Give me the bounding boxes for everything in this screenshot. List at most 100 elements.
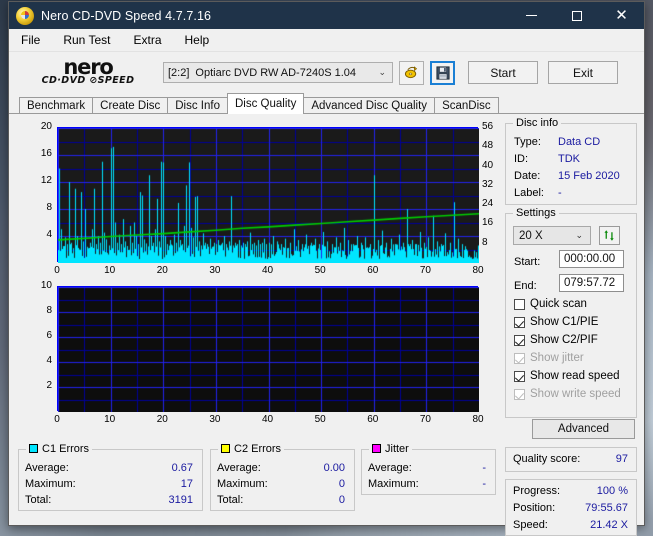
checkbox-box [514, 370, 525, 382]
start-button[interactable]: Start [468, 61, 538, 84]
y-tick-label: 20 [40, 121, 52, 132]
x-tick-label: 0 [54, 265, 60, 276]
checkbox-show-jitter: Show jitter [514, 352, 584, 364]
tab-scandisc[interactable]: ScanDisc [434, 97, 499, 114]
x-tick-label: 70 [419, 414, 431, 425]
drive-index: [2:2] [168, 66, 190, 79]
settings-title: Settings [513, 207, 559, 219]
checkbox-label: Quick scan [530, 298, 587, 310]
checkbox-label: Show jitter [530, 352, 584, 364]
c1-errors-panel: C1 Errors Average: 0.67 Maximum: 17 Tota… [18, 443, 203, 511]
disc-info-label-label: Label: [514, 187, 544, 199]
c1-errors-title: C1 Errors [42, 443, 90, 455]
c1-errors-title-wrap: C1 Errors [26, 443, 93, 455]
c1-plot-canvas [58, 128, 479, 263]
jitter-color-swatch [372, 444, 381, 453]
y-tick-label: 4 [46, 229, 52, 240]
checkbox-box [514, 352, 525, 364]
y2-tick-label: 48 [482, 140, 494, 152]
checkbox-quick-scan[interactable]: Quick scan [514, 298, 587, 310]
y-tick-label: 16 [40, 148, 52, 159]
checkbox-box [514, 388, 525, 400]
refresh-button[interactable] [599, 226, 620, 245]
c1-average-label: Average: [25, 462, 69, 474]
start-position-input[interactable]: 000:00.00 [559, 250, 624, 268]
c1-total-value: 3191 [168, 494, 193, 506]
minimize-button[interactable] [509, 2, 554, 29]
end-position-input[interactable]: 079:57.72 [559, 274, 624, 292]
position-value: 79:55.67 [585, 502, 628, 514]
disc-eject-icon [404, 66, 418, 79]
c2-errors-title: C2 Errors [234, 443, 282, 455]
tab-advanced-disc-quality[interactable]: Advanced Disc Quality [303, 97, 436, 114]
logo-primary: nero [63, 54, 113, 79]
tab-benchmark[interactable]: Benchmark [19, 97, 94, 114]
advanced-button[interactable]: Advanced [532, 419, 635, 439]
checkbox-box [514, 334, 525, 346]
x-tick-label: 30 [209, 414, 221, 425]
menu-extra[interactable]: Extra [131, 31, 163, 49]
drive-select[interactable]: [2:2] Optiarc DVD RW AD-7240S 1.04 ⌄ [163, 62, 393, 83]
disc-eject-button[interactable] [399, 60, 424, 85]
progress-panel: Progress: 100 % Position: 79:55.67 Speed… [505, 479, 637, 536]
c2-plot-canvas [58, 287, 479, 412]
drive-name: Optiarc DVD RW AD-7240S 1.04 [195, 66, 356, 79]
checkbox-show-c2-pif[interactable]: Show C2/PIF [514, 334, 598, 346]
chevron-down-icon: ⌄ [575, 230, 583, 240]
chevron-down-icon: ⌄ [378, 67, 386, 77]
disc-info-label-type: Type: [514, 136, 541, 148]
disc-info-label-id: ID: [514, 153, 529, 165]
menu-bar: File Run Test Extra Help [9, 29, 644, 52]
menu-help[interactable]: Help [183, 31, 212, 49]
end-position-label: End: [514, 280, 537, 292]
c2-total-label: Total: [217, 494, 244, 506]
title-bar: Nero CD-DVD Speed 4.7.7.16 ✕ [9, 2, 644, 29]
tab-create-disc[interactable]: Create Disc [92, 97, 169, 114]
c1-plot-area [57, 127, 479, 263]
tab-disc-quality[interactable]: Disc Quality [227, 93, 305, 114]
checkbox-label: Show C2/PIF [530, 334, 598, 346]
disc-info-value-type: Data CD [558, 136, 601, 148]
c2-color-swatch [221, 444, 230, 453]
x-tick-label: 0 [54, 414, 60, 425]
exit-button[interactable]: Exit [548, 61, 618, 84]
menu-run-test[interactable]: Run Test [61, 31, 112, 49]
floppy-save-icon [435, 65, 450, 80]
x-tick-label: 20 [156, 414, 168, 425]
y2-tick-label: 16 [482, 217, 494, 229]
quality-score-value: 97 [615, 453, 628, 465]
tab-content-disc-quality: 4 8 12 16 20 8 16 24 32 40 48 56 0 10 20 30 40 50 60 70 80… [9, 113, 644, 536]
save-button[interactable] [430, 60, 455, 85]
x-tick-label: 10 [104, 414, 116, 425]
checkbox-show-write-speed: Show write speed [514, 388, 621, 400]
quality-score-panel: Quality score: 97 [505, 447, 637, 472]
close-button[interactable]: ✕ [599, 2, 644, 29]
x-tick-label: 30 [209, 265, 221, 276]
c2-plot-area [57, 286, 479, 412]
c2-total-value: 0 [338, 494, 345, 506]
jitter-average-label: Average: [368, 462, 412, 474]
checkbox-box [514, 298, 525, 310]
maximize-button[interactable] [554, 2, 599, 29]
app-window: Nero CD-DVD Speed 4.7.7.16 ✕ File Run Te… [8, 1, 645, 536]
toolbar: nero CD·DVD ⊘SPEED [2:2] Optiarc DVD RW … [9, 52, 644, 93]
y2-tick-label: 32 [482, 178, 494, 190]
checkbox-show-c1-pie[interactable]: Show C1/PIE [514, 316, 598, 328]
disc-info-value-label: - [558, 187, 562, 199]
jitter-maximum-label: Maximum: [368, 478, 419, 490]
nero-logo: nero CD·DVD ⊘SPEED [23, 54, 153, 86]
tab-disc-info[interactable]: Disc Info [167, 97, 228, 114]
jitter-average-value: - [482, 462, 486, 474]
menu-file[interactable]: File [19, 31, 42, 49]
checkbox-show-read-speed[interactable]: Show read speed [514, 370, 620, 382]
y2-tick-label: 40 [482, 159, 494, 171]
start-position-label: Start: [514, 256, 541, 268]
y-tick-label: 8 [46, 305, 52, 316]
logo-secondary: CD·DVD ⊘SPEED [41, 74, 135, 86]
y-tick-label: 10 [40, 280, 52, 291]
y2-tick-label: 24 [482, 198, 494, 210]
progress-label: Progress: [513, 485, 561, 497]
position-label: Position: [513, 502, 556, 514]
speed-select[interactable]: 20 X ⌄ [513, 226, 591, 245]
tab-strip: Benchmark Create Disc Disc Info Disc Qua… [9, 93, 644, 114]
